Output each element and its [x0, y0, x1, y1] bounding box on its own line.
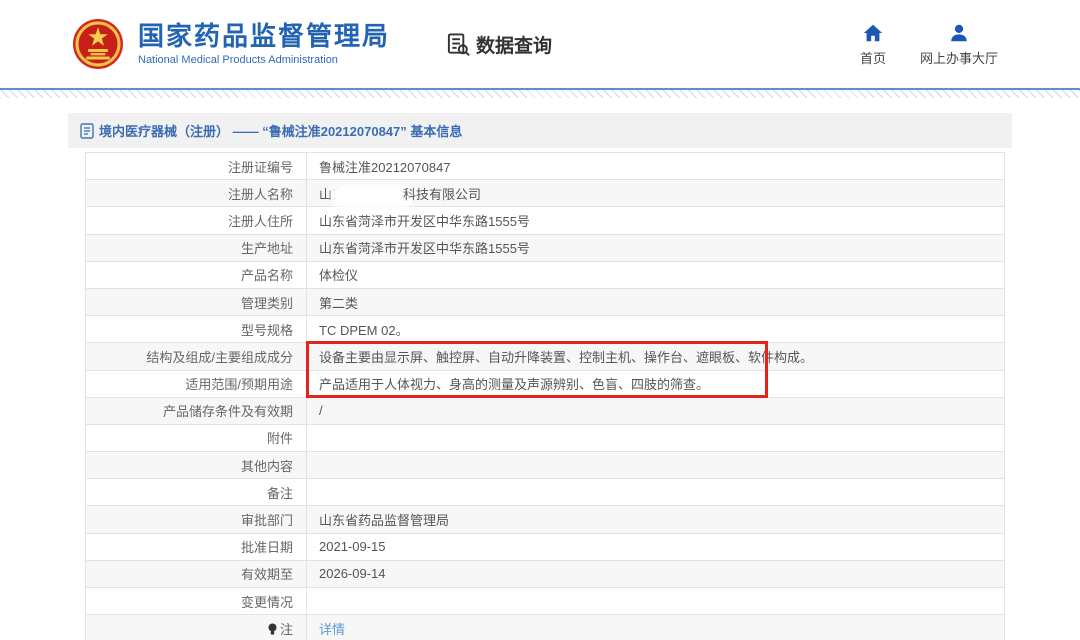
field-label: 变更情况	[86, 588, 307, 615]
site-logo[interactable]: 国家药品监督管理局 National Medical Products Admi…	[72, 18, 390, 70]
field-label: 注册证编号	[86, 153, 307, 180]
field-label: 管理类别	[86, 288, 307, 315]
hatch-band	[0, 90, 1080, 98]
user-icon	[948, 22, 970, 44]
field-label: 型号规格	[86, 316, 307, 343]
table-row: 产品储存条件及有效期/	[86, 397, 1005, 424]
org-name-en: National Medical Products Administration	[138, 54, 390, 66]
field-value: 山东科技有限公司	[307, 180, 1005, 207]
table-row: 生产地址山东省菏泽市开发区中华东路1555号	[86, 234, 1005, 261]
table-row: 注册证编号鲁械注准20212070847	[86, 153, 1005, 180]
field-value	[307, 452, 1005, 479]
field-value	[307, 479, 1005, 506]
field-label: 产品储存条件及有效期	[86, 397, 307, 424]
field-label: 注册人名称	[86, 180, 307, 207]
field-value: 山东省菏泽市开发区中华东路1555号	[307, 207, 1005, 234]
field-label: 审批部门	[86, 506, 307, 533]
nav-service-hall[interactable]: 网上办事大厅	[920, 22, 998, 67]
national-emblem-icon	[72, 18, 124, 70]
table-row: 注册人住所山东省菏泽市开发区中华东路1555号	[86, 207, 1005, 234]
detail-link[interactable]: 详情	[319, 622, 345, 637]
field-value: TC DPEM 02。	[307, 316, 1005, 343]
field-label-note: 注	[86, 615, 307, 640]
table-row: 有效期至2026-09-14	[86, 560, 1005, 587]
page-title-bar: 境内医疗器械（注册） —— “鲁械注准20212070847” 基本信息	[68, 113, 1012, 148]
table-row: 型号规格TC DPEM 02。	[86, 316, 1005, 343]
table-row: 其他内容	[86, 452, 1005, 479]
field-value: 产品适用于人体视力、身高的测量及声源辨别、色盲、四肢的筛查。	[307, 370, 1005, 397]
header-nav: 首页 网上办事大厅	[860, 22, 998, 67]
table-row-highlighted: 结构及组成/主要组成成分设备主要由显示屏、触控屏、自动升降装置、控制主机、操作台…	[86, 343, 1005, 370]
table-row: 管理类别第二类	[86, 288, 1005, 315]
field-value	[307, 424, 1005, 451]
table-row: 审批部门山东省药品监督管理局	[86, 506, 1005, 533]
document-icon	[80, 123, 94, 139]
field-value: 鲁械注准20212070847	[307, 153, 1005, 180]
field-label: 有效期至	[86, 560, 307, 587]
field-value: 2021-09-15	[307, 533, 1005, 560]
home-icon	[862, 22, 884, 44]
field-value: 2026-09-14	[307, 560, 1005, 587]
nav-service-hall-label: 网上办事大厅	[920, 48, 998, 67]
field-value	[307, 588, 1005, 615]
field-label: 产品名称	[86, 261, 307, 288]
field-label: 适用范围/预期用途	[86, 370, 307, 397]
table-row: 附件	[86, 424, 1005, 451]
table-row: 备注	[86, 479, 1005, 506]
field-value: 山东省药品监督管理局	[307, 506, 1005, 533]
table-row-highlighted: 适用范围/预期用途产品适用于人体视力、身高的测量及声源辨别、色盲、四肢的筛查。	[86, 370, 1005, 397]
field-label: 结构及组成/主要组成成分	[86, 343, 307, 370]
table-row: 产品名称体检仪	[86, 261, 1005, 288]
table-row: 注册人名称 山东科技有限公司	[86, 180, 1005, 207]
data-query-label: 数据查询	[476, 31, 552, 58]
field-value: 设备主要由显示屏、触控屏、自动升降装置、控制主机、操作台、遮眼板、软件构成。	[307, 343, 1005, 370]
registration-info-table: 注册证编号鲁械注准20212070847 注册人名称 山东科技有限公司 注册人住…	[85, 152, 1005, 640]
page-title: 境内医疗器械（注册） —— “鲁械注准20212070847” 基本信息	[99, 121, 462, 140]
bulb-icon	[267, 623, 278, 636]
nav-home-label: 首页	[860, 48, 886, 67]
document-search-icon	[446, 32, 471, 57]
data-query-tab[interactable]: 数据查询	[446, 31, 552, 58]
field-label: 备注	[86, 479, 307, 506]
redaction-blur	[335, 189, 409, 204]
table-row: 变更情况	[86, 588, 1005, 615]
field-value: 第二类	[307, 288, 1005, 315]
nav-home[interactable]: 首页	[860, 22, 886, 67]
field-label: 批准日期	[86, 533, 307, 560]
field-value: 山东省菏泽市开发区中华东路1555号	[307, 234, 1005, 261]
table-row: 批准日期2021-09-15	[86, 533, 1005, 560]
org-name-cn: 国家药品监督管理局	[138, 22, 390, 52]
field-label: 生产地址	[86, 234, 307, 261]
table-row: 注 详情	[86, 615, 1005, 640]
field-label: 注册人住所	[86, 207, 307, 234]
field-label: 附件	[86, 424, 307, 451]
field-label: 其他内容	[86, 452, 307, 479]
field-value: /	[307, 397, 1005, 424]
field-value: 体检仪	[307, 261, 1005, 288]
site-header: 国家药品监督管理局 National Medical Products Admi…	[0, 0, 1080, 88]
field-value: 详情	[307, 615, 1005, 640]
